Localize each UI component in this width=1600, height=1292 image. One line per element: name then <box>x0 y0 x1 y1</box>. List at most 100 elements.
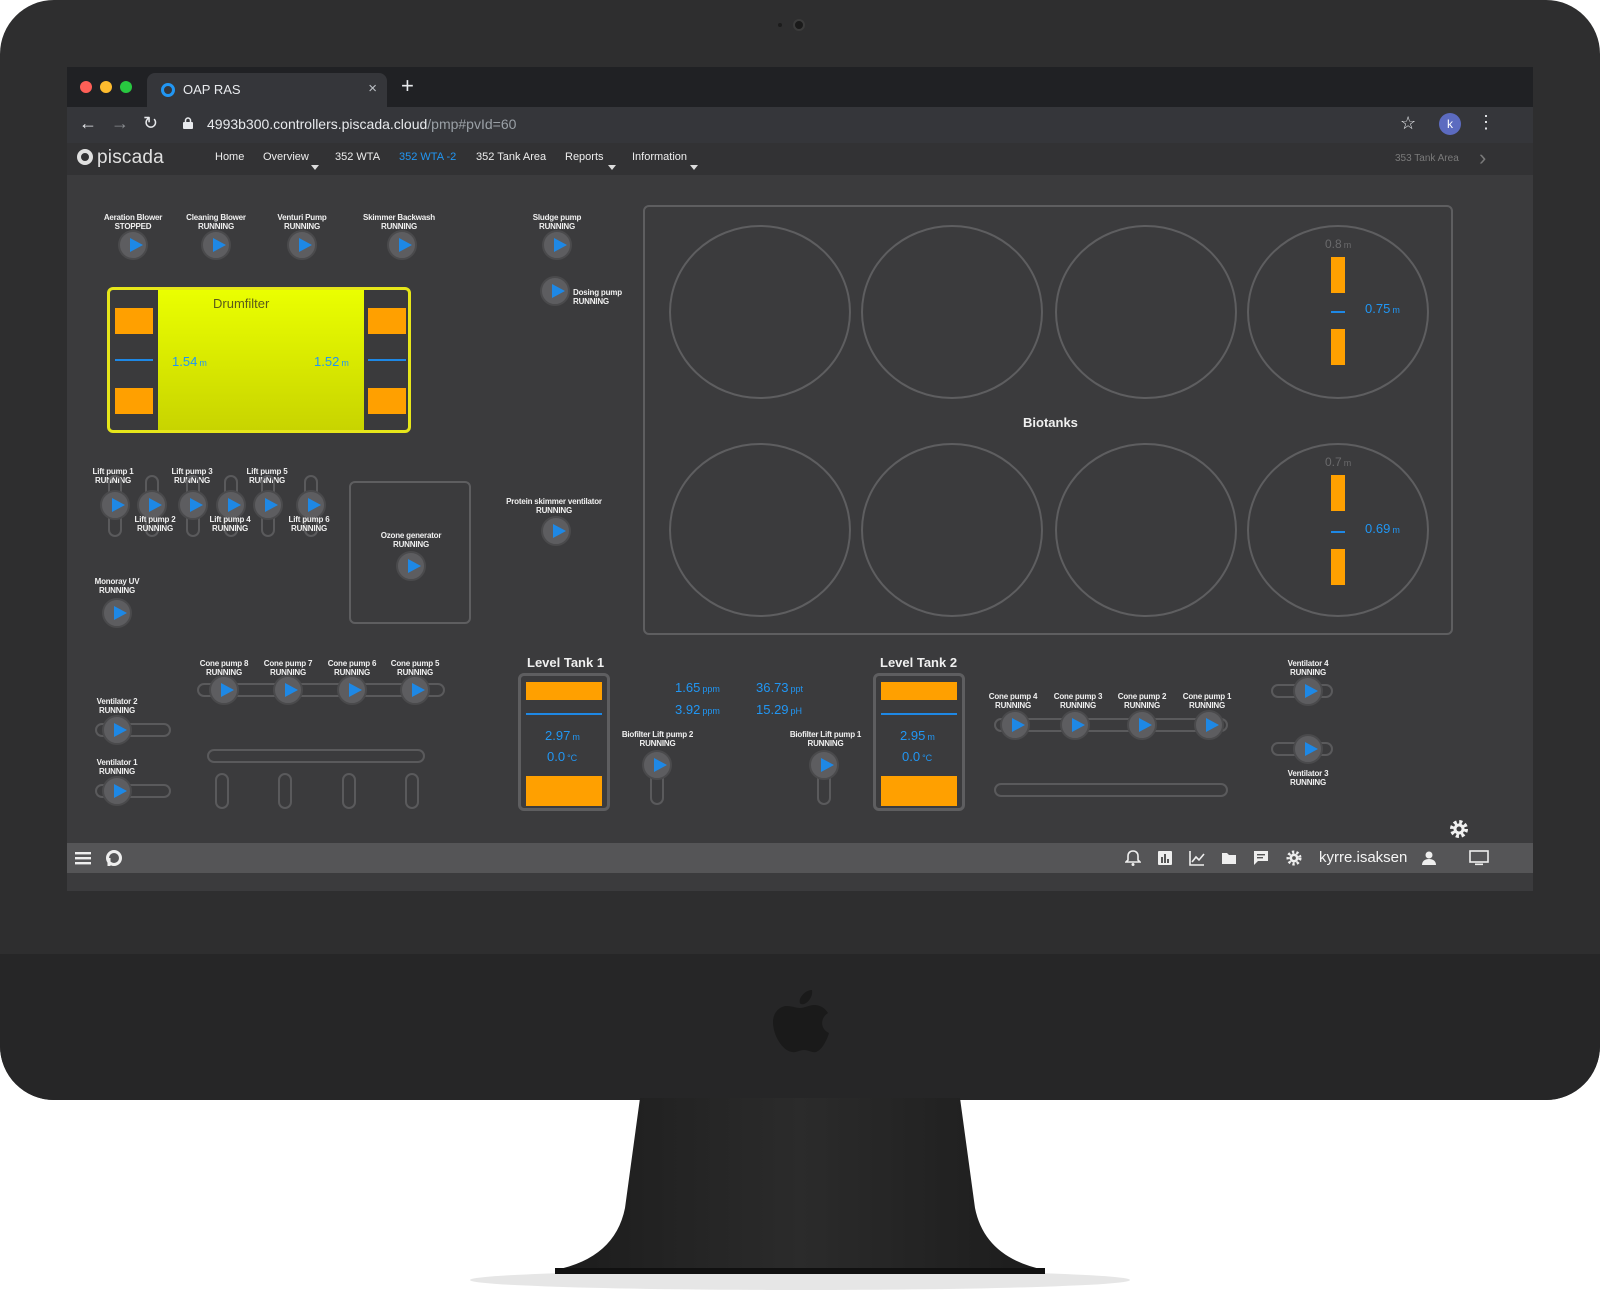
user-icon[interactable] <box>1421 850 1437 866</box>
address-bar[interactable]: 4993b300.controllers.piscada.cloud/pmp#p… <box>207 116 516 132</box>
piscada-logo[interactable]: piscada <box>77 147 164 169</box>
ventilator-1-icon[interactable] <box>102 776 132 806</box>
cone-pump-1-icon[interactable] <box>1194 710 1224 740</box>
nav-overview[interactable]: Overview <box>263 151 309 163</box>
ventilator-3-icon[interactable] <box>1293 734 1323 764</box>
cone-pump-5-icon[interactable] <box>400 675 430 705</box>
nav-next-page-link[interactable]: 353 Tank Area <box>1395 153 1459 164</box>
value: 15.29 <box>756 702 789 717</box>
nav-reports[interactable]: Reports <box>565 151 604 163</box>
level-tank-2-level: 2.95 m <box>900 728 935 743</box>
biotank-7[interactable] <box>1055 443 1237 617</box>
cleaning-blower-pump-icon[interactable] <box>201 230 231 260</box>
profile-avatar[interactable]: k <box>1439 113 1461 135</box>
biotank-8[interactable]: 0.7 m 0.69 m <box>1247 443 1429 617</box>
equipment-name: Protein skimmer ventilator <box>506 497 602 506</box>
folder-icon[interactable] <box>1221 850 1237 866</box>
level-tank-1-title: Level Tank 1 <box>527 655 605 670</box>
biotank-5[interactable] <box>669 443 851 617</box>
biofilter-lift-pump-1-icon[interactable] <box>809 750 839 780</box>
aeration-blower-pump-icon[interactable] <box>118 230 148 260</box>
equipment-status: RUNNING <box>99 586 135 595</box>
browser-tabstrip: OAP RAS × + <box>67 67 1533 107</box>
app-navbar: piscada Home Overview 352 WTA 352 WTA -2… <box>67 143 1533 175</box>
back-button[interactable]: ← <box>79 113 97 134</box>
hamburger-menu-icon[interactable] <box>75 850 91 866</box>
biotank-2[interactable] <box>861 225 1043 399</box>
equipment-name: Lift pump 2 <box>134 515 176 524</box>
chevron-down-icon[interactable] <box>690 165 698 170</box>
ventilator-2-label: Ventilator 2 RUNNING <box>77 697 157 715</box>
equipment-status: RUNNING <box>639 739 676 748</box>
equipment-name: Venturi Pump <box>277 213 327 222</box>
user-name[interactable]: kyrre.isaksen <box>1319 849 1407 866</box>
new-tab-button[interactable]: + <box>401 75 414 97</box>
ventilator-4-icon[interactable] <box>1293 676 1323 706</box>
minimize-window-button[interactable] <box>100 81 112 93</box>
equipment-name: Ventilator 2 <box>96 697 138 706</box>
cone-header-pipe <box>994 783 1228 797</box>
maximize-window-button[interactable] <box>120 81 132 93</box>
chevron-down-icon[interactable] <box>608 165 616 170</box>
drumfilter-level-right: 1.52 m <box>314 354 349 369</box>
forward-button[interactable]: → <box>111 113 129 134</box>
bell-icon[interactable] <box>1125 850 1141 866</box>
dashboard-icon[interactable] <box>1157 850 1173 866</box>
cone-pump-4-icon[interactable] <box>1000 710 1030 740</box>
sludge-pump-icon[interactable] <box>542 230 572 260</box>
piscada-icon[interactable] <box>105 849 123 867</box>
equipment-name: Ventilator 1 <box>96 758 138 767</box>
biotank-6[interactable] <box>861 443 1043 617</box>
close-window-button[interactable] <box>80 81 92 93</box>
drumfilter-panel[interactable]: Drumfilter 1.54 m 1.52 m <box>107 287 411 433</box>
unit: m <box>1343 240 1352 250</box>
chart-icon[interactable] <box>1189 850 1205 866</box>
nav-352-wta-2[interactable]: 352 WTA -2 <box>399 151 456 163</box>
biotank-1[interactable] <box>669 225 851 399</box>
cone-pump-8-icon[interactable] <box>209 675 239 705</box>
chevron-right-icon[interactable]: › <box>1479 145 1486 171</box>
browser-tab[interactable]: OAP RAS × <box>147 73 387 107</box>
protein-skimmer-ventilator-icon[interactable] <box>541 516 571 546</box>
skimmer-backwash-pump-icon[interactable] <box>387 230 417 260</box>
cone-pump-7-icon[interactable] <box>273 675 303 705</box>
biotank-bottom-level-bar <box>1331 475 1345 511</box>
chevron-down-icon[interactable] <box>311 165 319 170</box>
monoray-uv-icon[interactable] <box>102 598 132 628</box>
piscada-favicon-icon <box>161 83 175 97</box>
cone-pump-2-icon[interactable] <box>1127 710 1157 740</box>
ventilator-2-icon[interactable] <box>102 715 132 745</box>
biotank-4[interactable]: 0.8 m 0.75 m <box>1247 225 1429 399</box>
settings-gear-icon[interactable] <box>1447 817 1471 841</box>
ozone-generator-icon[interactable] <box>396 551 426 581</box>
monitor-icon[interactable] <box>1469 850 1489 866</box>
level-tank-2-temp: 0.0 °C <box>902 749 932 764</box>
level-tank-1[interactable]: 2.97 m 0.0 °C <box>518 673 610 811</box>
nav-information[interactable]: Information <box>632 151 687 163</box>
biotank-top-setpoint: 0.8 m <box>1325 237 1351 251</box>
nav-home[interactable]: Home <box>215 151 244 163</box>
tab-close-icon[interactable]: × <box>368 80 377 97</box>
gear-icon[interactable] <box>1285 849 1303 867</box>
message-icon[interactable] <box>1253 850 1269 866</box>
drumfilter-left-bottom-level <box>115 388 153 414</box>
biotank-3[interactable] <box>1055 225 1237 399</box>
cone-pump-3-icon[interactable] <box>1060 710 1090 740</box>
equipment-name: Lift pump 4 <box>209 515 251 524</box>
cone-pump-6-icon[interactable] <box>337 675 367 705</box>
biofilter-lift-pump-2-icon[interactable] <box>642 750 672 780</box>
unit: m <box>341 358 349 368</box>
reload-button[interactable]: ↻ <box>143 113 158 134</box>
level-tank-2[interactable]: 2.95 m 0.0 °C <box>873 673 965 811</box>
biotank-top-level-bar <box>1331 257 1345 293</box>
equipment-name: Biofilter Lift pump 2 <box>621 730 694 739</box>
bookmark-star-icon[interactable]: ☆ <box>1400 113 1416 134</box>
value: 0.7 <box>1325 455 1342 469</box>
value: 0.75 <box>1365 301 1391 316</box>
venturi-pump-icon[interactable] <box>287 230 317 260</box>
drumfilter-left-top-level <box>115 308 153 334</box>
browser-menu-icon[interactable]: ⋮ <box>1477 112 1495 133</box>
unit: ppm <box>702 706 720 716</box>
nav-352-wta[interactable]: 352 WTA <box>335 151 380 163</box>
nav-352-tank-area[interactable]: 352 Tank Area <box>476 151 546 163</box>
